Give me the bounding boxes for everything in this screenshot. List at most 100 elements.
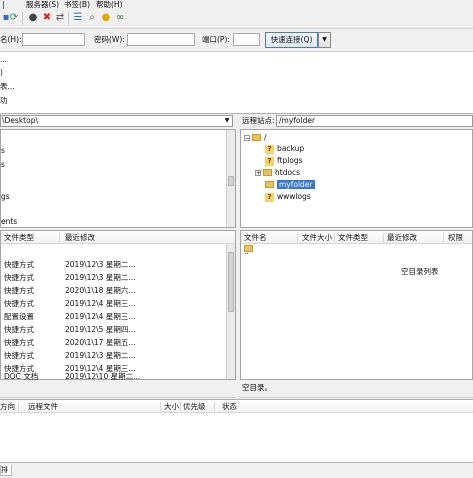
- cell-type: 快捷方式: [4, 260, 34, 269]
- local-directory-tree[interactable]: s s gs ents: [0, 129, 236, 228]
- column-separator[interactable]: [443, 233, 444, 242]
- cell-modified: 2019\12\4 星期三...: [65, 312, 136, 321]
- remote-path-input[interactable]: /myfolder: [276, 115, 473, 127]
- remote-file-list[interactable]: 文件名 文件大小 文件类型 最近修改 权限 .. 空目录列表: [240, 230, 473, 380]
- tree-node-label: htdocs: [275, 168, 301, 177]
- menu-item-help[interactable]: 帮助(H): [96, 0, 123, 10]
- quickconnect-dropdown-button[interactable]: ▼: [318, 32, 331, 48]
- chevron-down-icon[interactable]: ▼: [222, 116, 232, 126]
- column-header-name[interactable]: 文件名: [244, 233, 267, 242]
- column-header-status[interactable]: 状态: [222, 402, 237, 411]
- table-row[interactable]: 快捷方式 2020\1\18 星期六...: [1, 284, 235, 297]
- tree-node-htdocs[interactable]: + htdocs: [255, 168, 300, 178]
- scrollbar-thumb[interactable]: [228, 176, 234, 186]
- cell-type: 快捷方式: [4, 299, 34, 308]
- menu-item-bookmarks[interactable]: 书签(B): [64, 0, 90, 10]
- table-row[interactable]: DOC 文档 2019\12\10 星期二...: [1, 372, 235, 380]
- password-input[interactable]: [127, 33, 195, 46]
- quickconnect-button[interactable]: 快速连接(Q): [265, 32, 318, 48]
- cell-modified: 2019\12\3 星期二...: [65, 273, 136, 282]
- column-header-modified[interactable]: 最近修改: [65, 233, 95, 242]
- column-separator[interactable]: [180, 402, 181, 411]
- column-separator[interactable]: [214, 402, 215, 411]
- binoculars-icon[interactable]: ∞: [114, 12, 126, 24]
- column-separator[interactable]: [18, 402, 19, 411]
- tree-node-label: wwwlogs: [277, 192, 311, 201]
- scrollbar-thumb[interactable]: [228, 252, 234, 312]
- port-input[interactable]: [233, 33, 260, 46]
- expand-icon[interactable]: +: [255, 170, 261, 177]
- unknown-folder-icon: ?: [265, 156, 274, 166]
- remote-status-text: 空目录。: [242, 383, 272, 392]
- cell-modified: 2019\12\3 星期二...: [65, 260, 136, 269]
- menu-item-server[interactable]: 服务器(S): [26, 0, 59, 10]
- tree-node-label: /: [264, 133, 267, 142]
- tree-node-label: myfolder: [277, 180, 315, 189]
- tree-root-node[interactable]: − /: [244, 133, 267, 143]
- column-separator[interactable]: [59, 233, 60, 242]
- transfer-queue[interactable]: 方向 远程文件 大小 优先级 状态: [0, 399, 473, 462]
- local-tree-scrollbar[interactable]: [226, 130, 235, 227]
- tree-node-label: backup: [277, 144, 305, 153]
- table-row[interactable]: 快捷方式 2019\12\3 星期二...: [1, 349, 235, 362]
- empty-list-text: 空目录列表: [401, 267, 439, 276]
- local-file-list[interactable]: 文件类型 最近修改 快捷方式 2019\12\3 星期二... 快捷方式 201…: [0, 230, 236, 380]
- column-header-remote-file[interactable]: 远程文件: [28, 402, 58, 411]
- cell-modified: 2020\1\17 星期五...: [65, 338, 136, 347]
- tree-node-myfolder[interactable]: myfolder: [265, 180, 315, 190]
- column-separator[interactable]: [297, 233, 298, 242]
- compare-icon[interactable]: ●: [100, 12, 112, 24]
- cell-modified: 2020\1\18 星期六...: [65, 286, 136, 295]
- host-input[interactable]: [22, 33, 85, 46]
- column-separator[interactable]: [383, 233, 384, 242]
- cell-type: 快捷方式: [4, 286, 34, 295]
- column-header-type[interactable]: 文件类型: [4, 233, 34, 242]
- disconnect-icon[interactable]: ⇄: [54, 12, 66, 24]
- column-header-permissions[interactable]: 权限: [448, 233, 463, 242]
- table-row[interactable]: 快捷方式 2019\12\3 星期二...: [1, 271, 235, 284]
- local-tree-item[interactable]: gs: [1, 192, 10, 202]
- tree-node-ftplogs[interactable]: ? ftplogs: [265, 156, 303, 166]
- column-header-modified[interactable]: 最近修改: [387, 233, 417, 242]
- column-header-type[interactable]: 文件类型: [338, 233, 368, 242]
- folder-icon: [263, 168, 272, 176]
- remote-site-bar: 远程站点: /myfolder: [240, 114, 473, 128]
- column-separator[interactable]: [160, 402, 161, 411]
- local-file-list-scrollbar[interactable]: [226, 244, 235, 379]
- toolbar-separator: [22, 12, 23, 25]
- host-label: 名(H):: [0, 35, 22, 44]
- collapse-icon[interactable]: −: [244, 135, 250, 142]
- tree-node-wwwlogs[interactable]: ? wwwlogs: [265, 192, 311, 202]
- menu-item-file-partial[interactable]: |: [2, 0, 5, 10]
- cancel-icon[interactable]: ✖: [41, 12, 53, 24]
- cell-modified: 2019\12\3 星期二...: [65, 351, 136, 360]
- tree-node-backup[interactable]: ? backup: [265, 144, 304, 154]
- parent-directory-row[interactable]: ..: [241, 245, 472, 258]
- table-row[interactable]: [1, 245, 235, 258]
- local-path-input[interactable]: \Desktop\ ▼: [0, 115, 233, 127]
- column-separator[interactable]: [334, 233, 335, 242]
- table-row[interactable]: 快捷方式 2019\12\5 星期四...: [1, 323, 235, 336]
- local-tree-item[interactable]: s: [1, 146, 5, 156]
- table-row[interactable]: 快捷方式 2020\1\17 星期五...: [1, 336, 235, 349]
- table-row[interactable]: 快捷方式 2019\12\3 星期二...: [1, 258, 235, 271]
- password-label: 密码(W):: [94, 35, 125, 44]
- search-icon[interactable]: ⌕: [86, 12, 98, 24]
- log-line: 功: [0, 96, 8, 105]
- column-header-priority[interactable]: 优先级: [183, 402, 206, 411]
- local-tree-item[interactable]: s: [1, 160, 5, 170]
- local-tree-item[interactable]: ents: [1, 217, 17, 227]
- filter-icon[interactable]: ☰: [72, 12, 84, 24]
- refresh-icon[interactable]: ⟳: [8, 12, 20, 24]
- table-row[interactable]: 配置设置 2019\12\4 星期三...: [1, 310, 235, 323]
- column-header-direction[interactable]: 方向: [0, 402, 15, 411]
- column-header-size[interactable]: 文件大小: [302, 233, 332, 242]
- local-site-bar: \Desktop\ ▼: [0, 114, 236, 128]
- cell-type: 快捷方式: [4, 351, 34, 360]
- cell-modified: 2019\12\4 星期三...: [65, 299, 136, 308]
- table-row[interactable]: 快捷方式 2019\12\4 星期三...: [1, 297, 235, 310]
- process-queue-icon[interactable]: ●: [27, 12, 39, 24]
- tab-queued-files[interactable]: 排: [0, 465, 12, 476]
- remote-directory-tree[interactable]: − / ? backup ? ftplogs + htdocs myfolder ? ww…: [240, 129, 473, 228]
- column-header-size[interactable]: 大小: [164, 402, 179, 411]
